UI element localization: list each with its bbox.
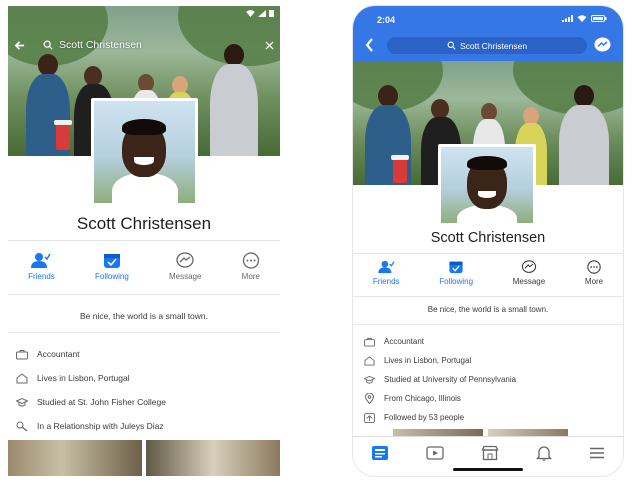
message-button[interactable]: Message bbox=[169, 252, 201, 281]
search-bar[interactable]: Scott Christensen bbox=[387, 37, 587, 54]
profile-details: Accountant Lives in Lisbon, Portugal Stu… bbox=[8, 342, 280, 438]
search-icon bbox=[43, 40, 53, 50]
location-pin-icon bbox=[364, 393, 374, 404]
graduation-cap-icon bbox=[16, 397, 28, 406]
back-chevron-icon[interactable] bbox=[365, 38, 374, 52]
friends-button[interactable]: Friends bbox=[373, 260, 400, 286]
home-indicator bbox=[453, 468, 523, 471]
message-label: Message bbox=[512, 277, 546, 286]
briefcase-icon bbox=[363, 337, 375, 347]
profile-bio: Be nice, the world is a small town. bbox=[427, 305, 549, 314]
relationship-icon bbox=[16, 421, 28, 432]
detail-lives-text: Lives in Lisbon, Portugal bbox=[37, 373, 130, 383]
detail-row-hometown: From Chicago, Illinois bbox=[363, 389, 623, 408]
detail-education-text: Studied at University of Pennsylvania bbox=[384, 375, 517, 384]
graduation-cap-icon bbox=[363, 375, 375, 384]
wifi-icon bbox=[246, 9, 255, 17]
briefcase-icon bbox=[16, 349, 28, 359]
search-bar[interactable]: Scott Christensen bbox=[14, 36, 274, 54]
header-bar: 2:04 Scott Christensen bbox=[353, 6, 623, 61]
detail-row-education: Studied at University of Pennsylvania bbox=[363, 370, 623, 389]
detail-row-relationship: In a Relationship with Juleys Diaz bbox=[16, 414, 280, 438]
profile-actions: Friends Following Message More bbox=[8, 252, 280, 281]
friends-icon bbox=[377, 260, 395, 274]
battery-icon bbox=[269, 10, 274, 17]
profile-picture[interactable] bbox=[91, 98, 198, 206]
detail-education-text: Studied at St. John Fisher College bbox=[37, 397, 166, 407]
following-icon bbox=[103, 254, 120, 268]
profile-picture[interactable] bbox=[438, 144, 536, 226]
signal-icon bbox=[258, 9, 266, 17]
iphone-profile-screen: 2:04 Scott Christensen Scott Christensen… bbox=[353, 6, 623, 476]
more-label: More bbox=[584, 277, 604, 286]
following-button[interactable]: Following bbox=[439, 260, 473, 286]
following-icon bbox=[449, 261, 463, 274]
more-button[interactable]: More bbox=[585, 260, 603, 286]
photo-thumbnail[interactable] bbox=[8, 440, 142, 476]
more-icon bbox=[587, 260, 601, 274]
more-label: More bbox=[241, 272, 260, 281]
status-time: 2:04 bbox=[377, 15, 396, 25]
followers-icon bbox=[363, 412, 375, 423]
detail-row-education: Studied at St. John Fisher College bbox=[16, 390, 280, 414]
detail-followers-text: Followed by 53 people bbox=[384, 413, 465, 422]
detail-row-lives: Lives in Lisbon, Portugal bbox=[16, 366, 280, 390]
home-icon bbox=[16, 372, 28, 383]
android-profile-screen: Scott Christensen Scott Christensen Frie… bbox=[8, 6, 280, 476]
status-icons bbox=[562, 15, 607, 22]
detail-hometown-text: From Chicago, Illinois bbox=[384, 394, 461, 403]
search-icon bbox=[447, 41, 456, 50]
messenger-icon bbox=[176, 252, 194, 268]
profile-details: Accountant Lives in Lisbon, Portugal Stu… bbox=[353, 332, 623, 427]
marketplace-icon[interactable] bbox=[481, 445, 499, 461]
friends-icon bbox=[31, 253, 52, 268]
close-icon[interactable] bbox=[265, 40, 274, 50]
friends-label: Friends bbox=[372, 277, 400, 286]
search-query: Scott Christensen bbox=[459, 40, 528, 51]
following-label: Following bbox=[439, 277, 474, 286]
watch-icon[interactable] bbox=[426, 445, 444, 461]
wifi-icon bbox=[577, 15, 587, 22]
home-icon bbox=[364, 355, 374, 366]
profile-name: Scott Christensen bbox=[430, 230, 546, 246]
profile-name: Scott Christensen bbox=[76, 214, 212, 233]
detail-work-text: Accountant bbox=[384, 337, 425, 346]
friends-label: Friends bbox=[28, 272, 55, 281]
back-arrow-icon[interactable] bbox=[14, 40, 25, 51]
battery-icon bbox=[591, 15, 607, 22]
detail-relationship-text: In a Relationship with Juleys Diaz bbox=[37, 421, 164, 431]
profile-bio: Be nice, the world is a small town. bbox=[79, 311, 209, 321]
detail-row-lives: Lives in Lisbon, Portugal bbox=[363, 351, 623, 370]
message-button[interactable]: Message bbox=[513, 260, 545, 286]
search-query[interactable]: Scott Christensen bbox=[59, 39, 142, 51]
detail-row-work: Accountant bbox=[16, 342, 280, 366]
status-bar bbox=[246, 9, 274, 17]
news-feed-icon[interactable] bbox=[371, 445, 389, 461]
messenger-icon bbox=[521, 260, 537, 273]
photo-thumbnail[interactable] bbox=[146, 440, 280, 476]
friends-button[interactable]: Friends bbox=[28, 252, 55, 281]
following-label: Following bbox=[94, 272, 129, 281]
signal-icon bbox=[562, 15, 573, 22]
notifications-bell-icon[interactable] bbox=[535, 445, 552, 461]
following-button[interactable]: Following bbox=[95, 252, 129, 281]
detail-row-followers: Followed by 53 people bbox=[363, 408, 623, 427]
message-label: Message bbox=[168, 272, 202, 281]
messenger-icon[interactable] bbox=[594, 37, 611, 53]
more-button[interactable]: More bbox=[242, 252, 260, 281]
profile-actions: Friends Following Message More bbox=[353, 260, 623, 286]
detail-work-text: Accountant bbox=[37, 349, 80, 359]
detail-lives-text: Lives in Lisbon, Portugal bbox=[384, 356, 472, 365]
menu-icon[interactable] bbox=[589, 445, 605, 461]
more-icon bbox=[242, 252, 259, 269]
detail-row-work: Accountant bbox=[363, 332, 623, 351]
